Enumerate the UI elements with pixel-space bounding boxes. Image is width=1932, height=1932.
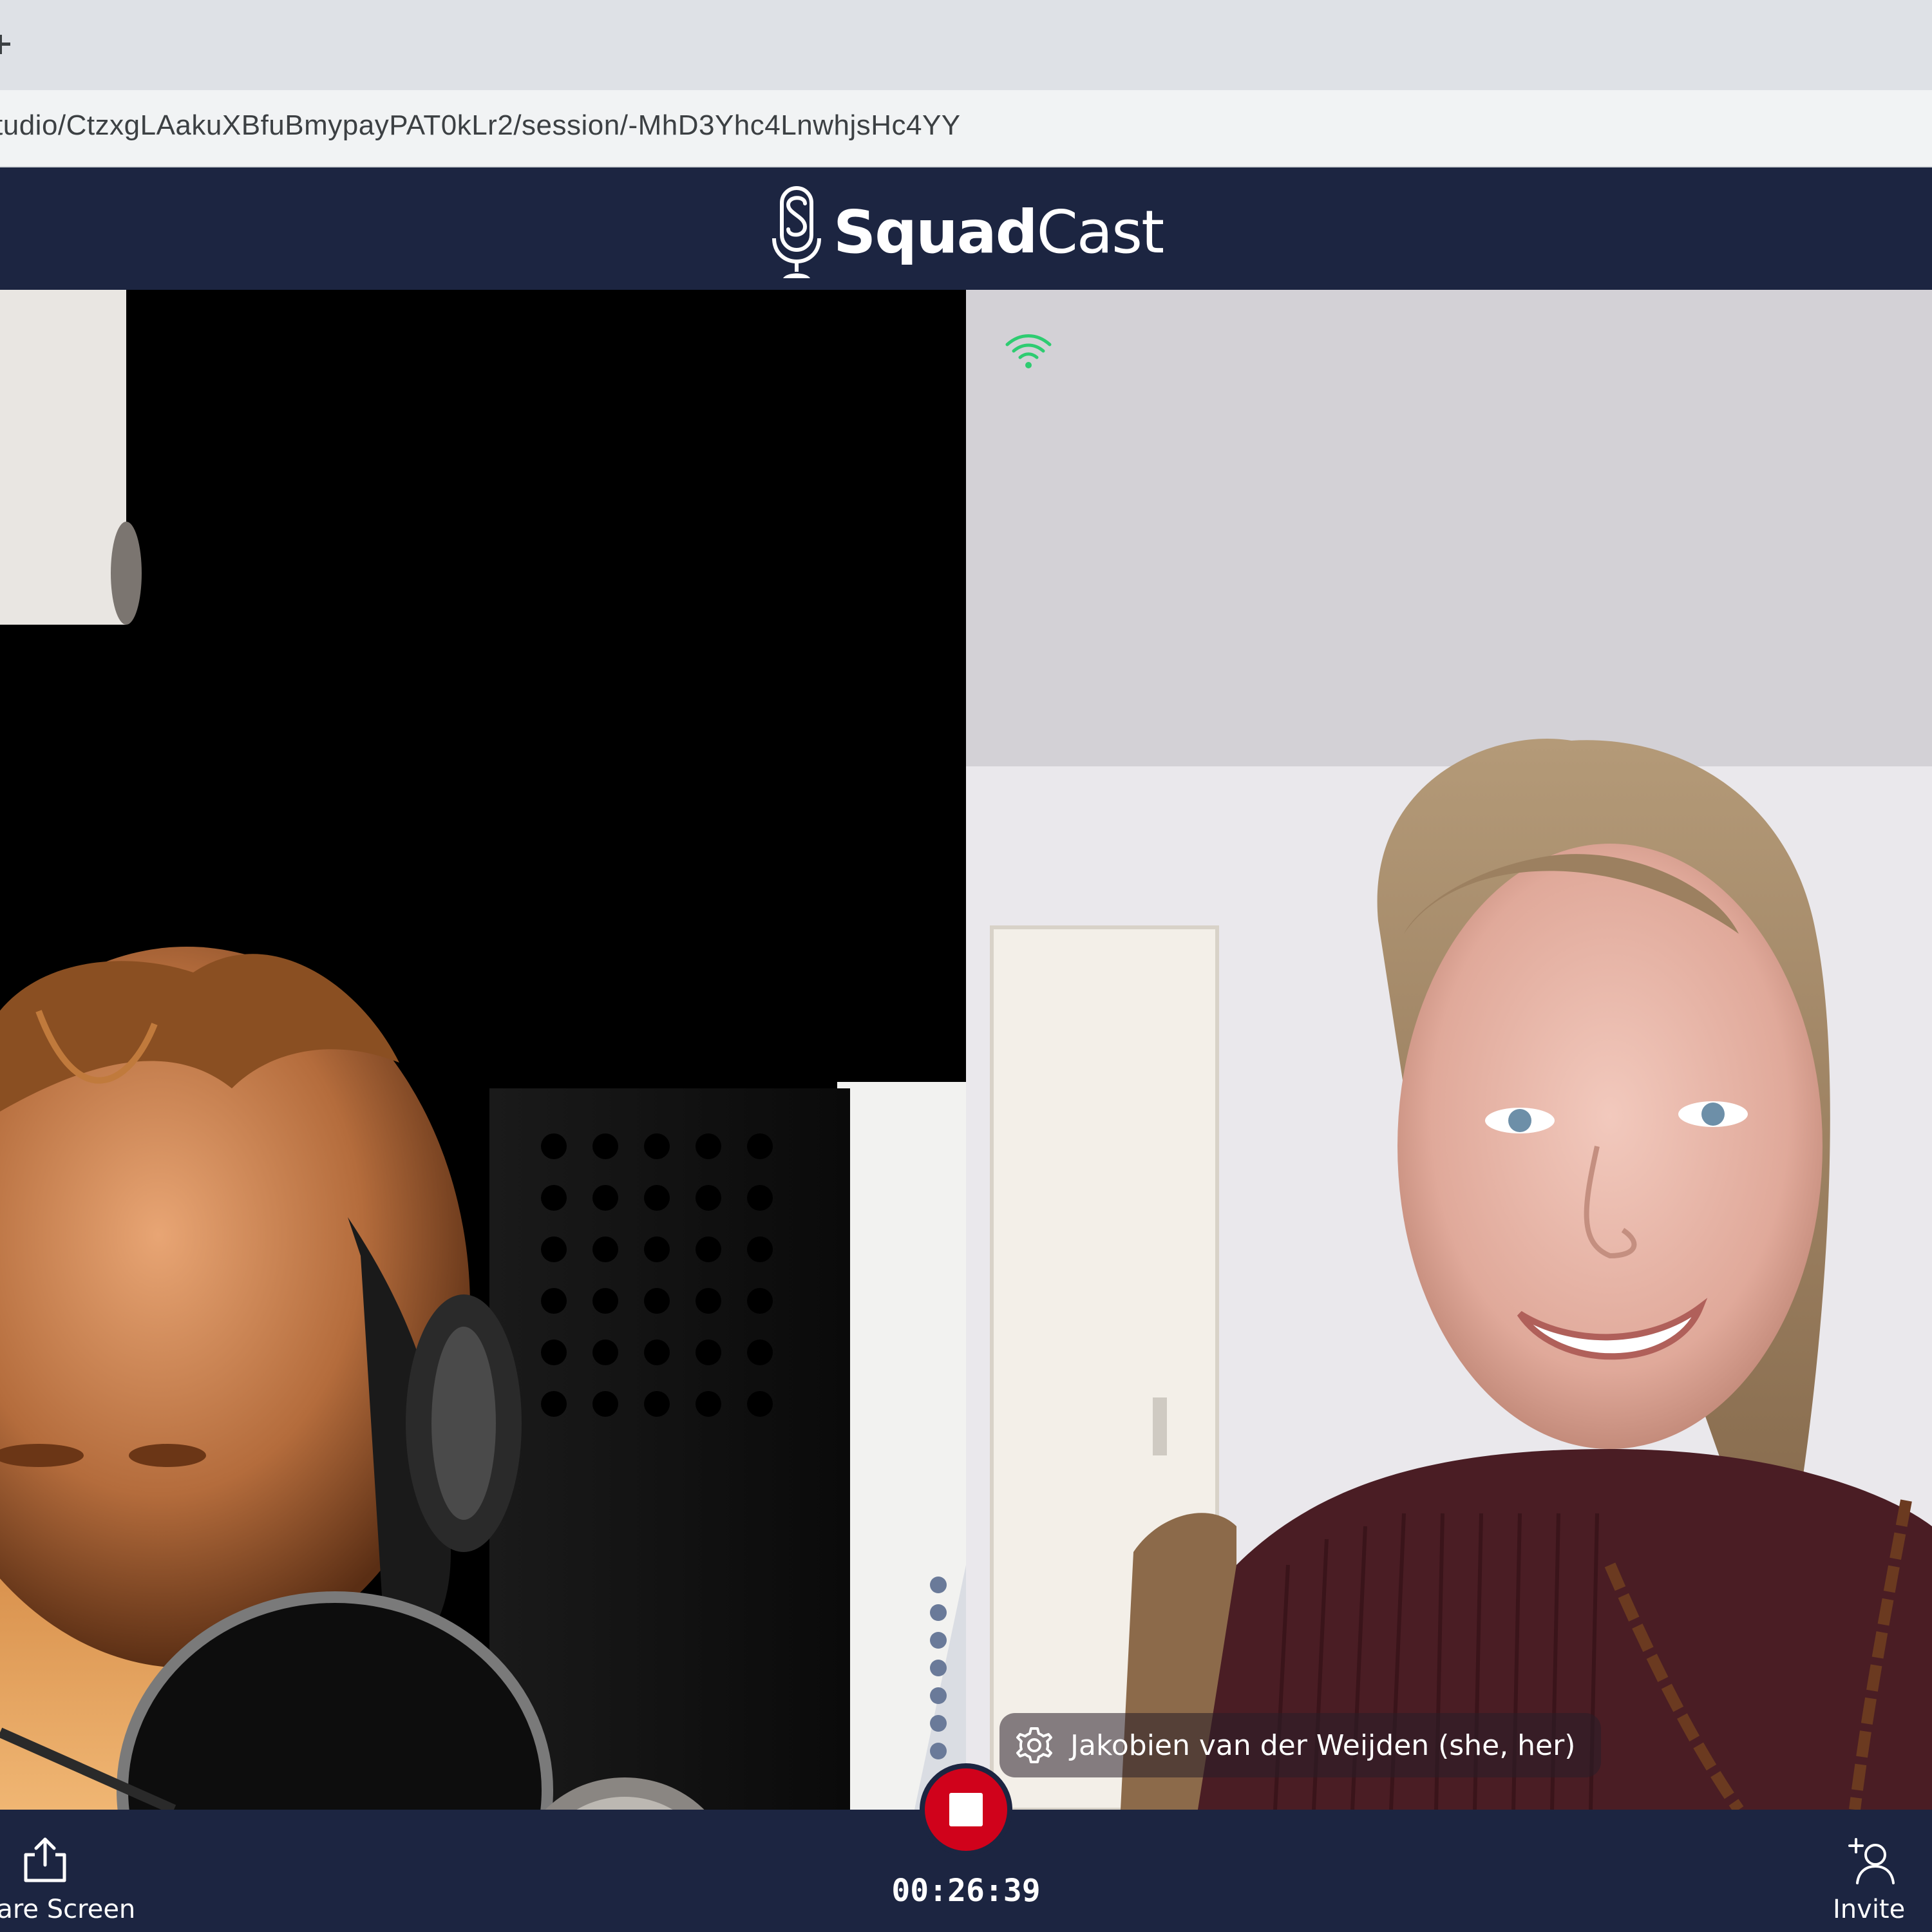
add-person-icon [1848, 1838, 1895, 1884]
audio-level-dot [930, 1743, 947, 1759]
logo-text-squad: Squad [833, 197, 1038, 267]
squadcast-logo: Squad Cast [772, 184, 1165, 280]
audio-level-dot [930, 1687, 947, 1704]
invite-button[interactable]: Invite [1823, 1835, 1926, 1926]
recording-timer: 00:26:39 [891, 1873, 1041, 1909]
participant-name-chip[interactable]: Jakobien van der Weijden (she, her) [999, 1713, 1602, 1777]
remote-video-tile [966, 290, 1932, 1810]
stop-icon [949, 1793, 983, 1826]
stop-recording-button[interactable] [920, 1763, 1012, 1856]
browser-tab-strip [0, 0, 1932, 90]
share-screen-button[interactable]: hare Screen [0, 1835, 161, 1926]
local-video-tile [0, 290, 966, 1810]
audio-level-meter [930, 1577, 947, 1759]
logo-text-cast: Cast [1036, 197, 1165, 267]
address-bar-url[interactable]: tudio/CtzxgLAakuXBfuBmypayPAT0kLr2/sessi… [0, 109, 961, 142]
local-video-feed [0, 290, 966, 1810]
audio-level-dot [930, 1660, 947, 1676]
audio-level-dot [930, 1577, 947, 1593]
audio-level-dot [930, 1715, 947, 1732]
share-screen-label: hare Screen [0, 1895, 136, 1924]
new-tab-icon[interactable] [0, 31, 18, 57]
share-screen-icon [24, 1837, 66, 1882]
gear-icon[interactable] [1015, 1726, 1054, 1765]
audio-level-dot [930, 1604, 947, 1621]
audio-level-dot [930, 1632, 947, 1649]
invite-label: Invite [1833, 1895, 1906, 1924]
microphone-logo-icon [772, 186, 821, 278]
participant-name: Jakobien van der Weijden (she, her) [1070, 1728, 1576, 1762]
connection-quality-icon [1005, 334, 1052, 368]
remote-video-feed [966, 290, 1932, 1810]
